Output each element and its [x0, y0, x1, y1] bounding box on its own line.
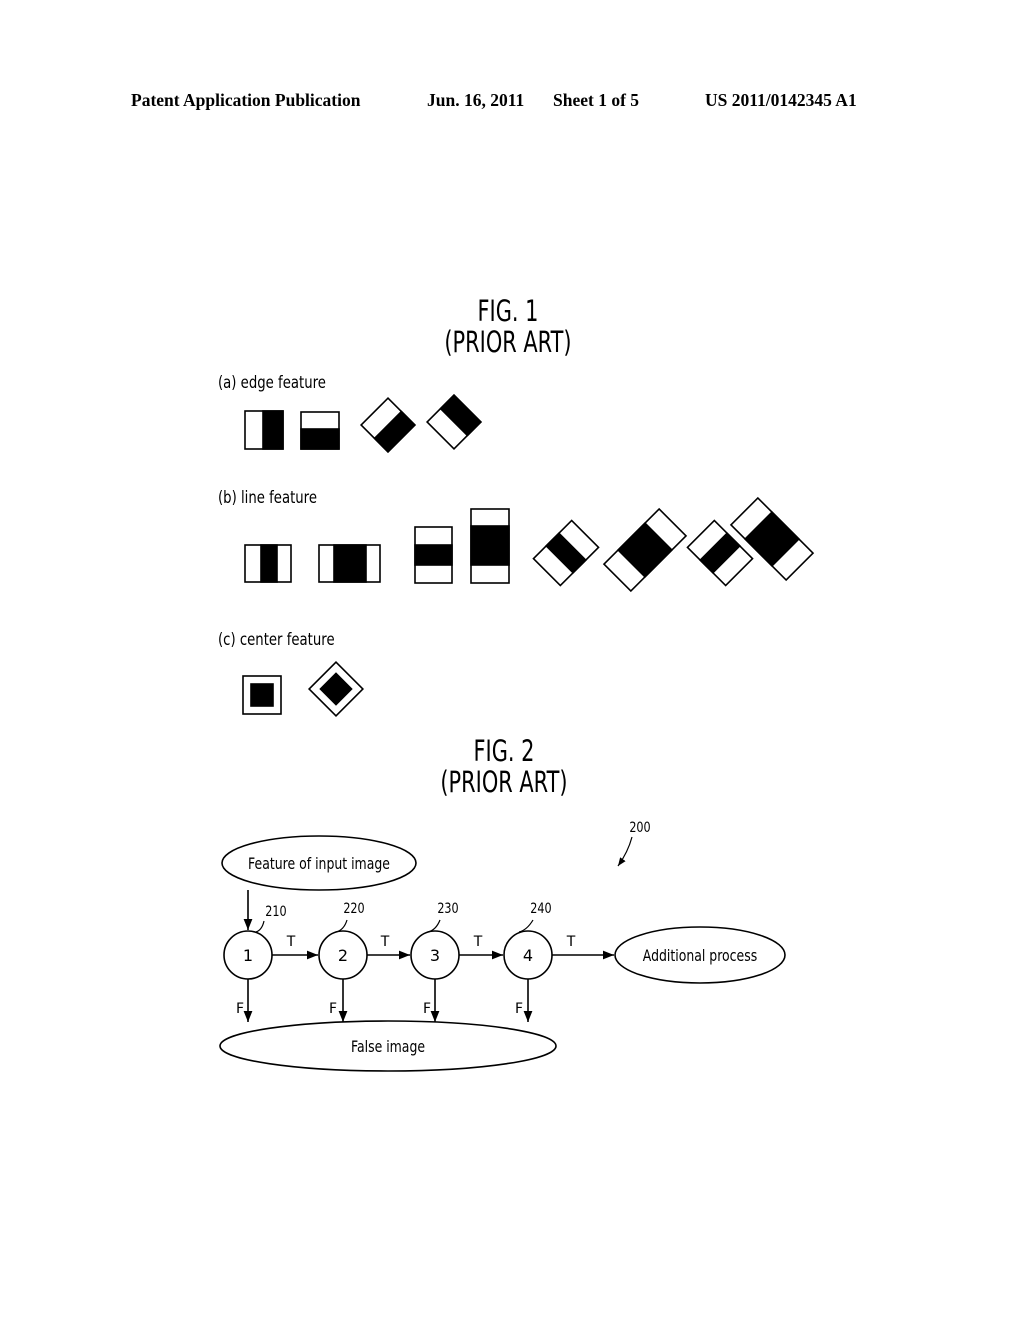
line-feature-diagonal-1	[532, 519, 600, 587]
stage-3-label: 3	[430, 946, 440, 965]
leader-240	[518, 919, 534, 933]
edge-feature-diagonal-1	[359, 396, 417, 454]
ref-230: 230	[437, 900, 458, 917]
feature-diagrams: Feature of input image Additional proces…	[219, 393, 815, 1072]
false-node-label: False image	[351, 1039, 425, 1057]
leader-200	[617, 836, 633, 867]
true-label-2: T	[380, 934, 390, 950]
line-feature-horizontal-wide	[470, 508, 510, 584]
edge-feature-vertical	[244, 410, 284, 450]
fig2-subtitle: (PRIOR ART)	[440, 765, 568, 799]
input-node-label: Feature of input image	[248, 856, 390, 874]
ref-210: 210	[265, 903, 286, 920]
edge-feature-diagonal-2	[425, 393, 483, 451]
leader-230	[427, 919, 441, 933]
leader-220	[335, 919, 348, 933]
fig2-title-block: FIG. 2 (PRIOR ART)	[432, 736, 576, 798]
ref-240: 240	[530, 900, 551, 917]
false-label-1: F	[236, 1001, 244, 1017]
true-label-3: T	[473, 934, 483, 950]
center-feature-square	[242, 675, 282, 715]
line-feature-horizontal-narrow	[414, 526, 453, 584]
ref-220: 220	[343, 900, 364, 917]
stage-2-label: 2	[338, 946, 348, 965]
line-feature-diagonal-2	[602, 507, 688, 593]
true-label-1: T	[286, 934, 296, 950]
line-feature-vertical-narrow	[244, 544, 292, 583]
true-label-4: T	[566, 934, 576, 950]
line-feature-vertical-wide	[318, 544, 381, 583]
stage-1-label: 1	[243, 946, 253, 965]
fig2-title: FIG. 2	[473, 734, 535, 768]
center-feature-diamond	[307, 660, 365, 718]
false-label-2: F	[329, 1001, 337, 1017]
false-label-4: F	[515, 1001, 523, 1017]
ref-200: 200	[629, 819, 650, 836]
false-label-3: F	[423, 1001, 431, 1017]
edge-feature-horizontal	[300, 411, 340, 450]
leader-210	[255, 920, 265, 933]
output-node-label: Additional process	[643, 948, 757, 966]
stage-4-label: 4	[523, 946, 533, 965]
